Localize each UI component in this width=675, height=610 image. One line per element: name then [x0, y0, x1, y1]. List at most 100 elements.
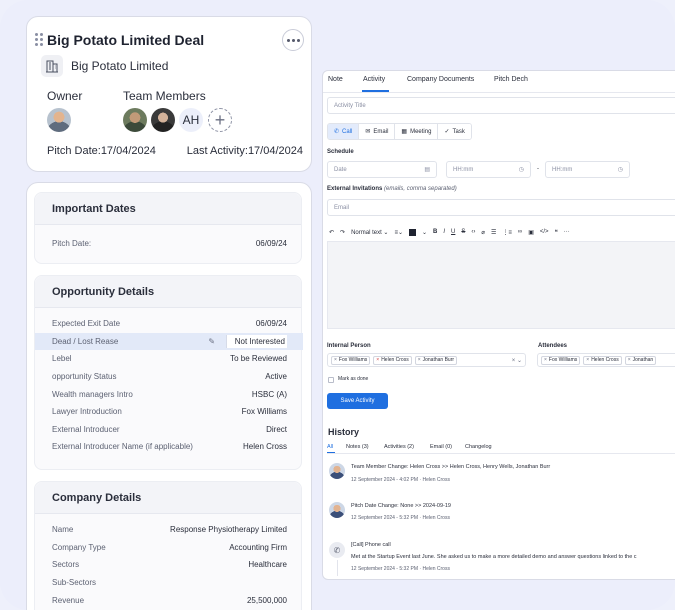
underline-icon[interactable]: U [451, 229, 455, 235]
detail-value: HSBC (A) [251, 390, 287, 399]
history-user: Helen Cross [422, 566, 450, 572]
person-chip: × Fox Williams [331, 355, 371, 365]
link-icon[interactable]: ∞ [518, 229, 522, 235]
undo-icon[interactable]: ↶ [329, 229, 334, 236]
history-user: Helen Cross [422, 477, 450, 483]
detail-key: External Introducer Name (if applicable) [52, 442, 193, 451]
detail-value: 25,500,000 [246, 596, 287, 605]
remove-chip-icon[interactable]: × [544, 357, 547, 363]
section-title: Opportunity Details [35, 276, 301, 308]
team-member-initials-avatar[interactable]: AH [179, 108, 203, 132]
team-member-avatar[interactable] [123, 108, 147, 132]
chip-label: Fox Williams [338, 357, 368, 363]
remove-chip-icon[interactable]: × [418, 357, 421, 363]
detail-value: 06/09/24 [255, 239, 287, 248]
tab-company-documents[interactable]: Company Documents [407, 76, 474, 83]
drag-handle-icon[interactable] [35, 33, 45, 47]
start-time-input[interactable]: HH:mm ◷ [446, 161, 531, 178]
end-time-input[interactable]: HH:mm ◷ [545, 161, 630, 178]
email-input[interactable]: Email [327, 199, 675, 216]
external-invitations-label: External Invitations (emails, comma sepa… [327, 186, 457, 192]
more-options-button[interactable] [282, 29, 304, 51]
mail-icon: ✉ [365, 129, 371, 135]
tab-note[interactable]: Note [328, 76, 343, 83]
history-tab-activities[interactable]: Activities (2) [384, 444, 414, 450]
chip-label: Jonathan Burr [422, 357, 455, 363]
detail-row-editing[interactable]: Dead / Lost Rease ✎ Not Interested [35, 333, 303, 350]
remove-chip-icon[interactable]: × [376, 357, 379, 363]
history-tab-email[interactable]: Email (0) [430, 444, 452, 450]
date-input[interactable]: Date ▤ [327, 161, 437, 178]
last-activity-label: Last Activity: [186, 145, 248, 157]
detail-row: Name Response Physiotherapy Limited [35, 521, 303, 538]
important-dates-section: Important Dates Pitch Date: 06/09/24 [34, 192, 302, 264]
building-icon [41, 55, 63, 77]
text-color-icon[interactable] [408, 228, 416, 236]
strikethrough-icon[interactable]: S [461, 229, 465, 235]
type-email-button[interactable]: ✉ Email [359, 124, 396, 139]
meeting-icon: ▦ [401, 129, 408, 135]
owner-avatar[interactable] [47, 108, 71, 132]
remove-chip-icon[interactable]: × [628, 357, 631, 363]
section-title: Company Details [35, 482, 301, 514]
chip-label: Helen Cross [591, 357, 619, 363]
history-timeline-line [337, 560, 338, 576]
align-icon[interactable]: ≡⌄ [394, 229, 403, 236]
type-meeting-button[interactable]: ▦ Meeting [395, 124, 439, 139]
history-item-meta: 12 September 2024 - 5:32 PM · Helen Cros… [351, 566, 450, 572]
team-member-avatar[interactable] [151, 108, 175, 132]
redo-icon[interactable]: ↷ [340, 229, 345, 236]
tab-activity[interactable]: Activity [363, 76, 385, 83]
code-icon[interactable]: ‹› [471, 229, 475, 235]
history-tab-all[interactable]: All [327, 444, 333, 450]
detail-key: Lebel [52, 354, 72, 363]
internal-person-select[interactable]: × Fox Williams × Helen Cross × Jonathan Bur… [327, 353, 526, 367]
time-separator: - [537, 166, 539, 172]
mark-done-checkbox[interactable] [328, 377, 334, 383]
clock-icon: ◷ [617, 167, 623, 173]
history-tab-notes[interactable]: Notes (3) [346, 444, 369, 450]
history-tab-changelog[interactable]: Changelog [465, 444, 492, 450]
quote-icon[interactable]: ❝ [555, 229, 558, 236]
clear-format-icon[interactable]: ⌀ [481, 229, 485, 236]
company-name[interactable]: Big Potato Limited [71, 59, 168, 73]
type-call-button[interactable]: ✆ Call [328, 124, 360, 139]
detail-row: Expected Exit Date 06/09/24 [35, 315, 303, 332]
italic-icon[interactable]: I [443, 229, 445, 235]
activity-title-input[interactable]: Activity Title [327, 97, 675, 114]
remove-chip-icon[interactable]: × [334, 357, 337, 363]
detail-key: opportunity Status [52, 372, 117, 381]
schedule-label: Schedule [327, 149, 354, 155]
detail-key: Dead / Lost Rease [52, 337, 119, 346]
rich-text-editor[interactable] [327, 241, 675, 329]
save-activity-button[interactable]: Save Activity [327, 393, 388, 409]
team-members-label: Team Members [123, 89, 206, 103]
history-item-body: Met at the Startup Event last June. She … [351, 554, 637, 560]
history-tabs-divider [327, 453, 675, 454]
pencil-icon[interactable]: ✎ [201, 336, 223, 348]
last-activity-value: 17/04/2024 [247, 145, 303, 157]
tab-pitch-deck[interactable]: Pitch Dech [494, 76, 528, 83]
type-task-button[interactable]: ✓ Task [438, 124, 471, 139]
chip-label: Jonathan [632, 357, 654, 363]
bullet-list-icon[interactable]: ☰ [491, 229, 496, 236]
bold-icon[interactable]: B [433, 229, 437, 235]
remove-chip-icon[interactable]: × [586, 357, 589, 363]
detail-key: Expected Exit Date [52, 319, 121, 328]
text-style-select[interactable]: Normal text ⌄ [351, 229, 388, 236]
chip-label: Fox Williams [548, 357, 578, 363]
detail-row: Company Type Accounting Firm [35, 539, 303, 556]
numbered-list-icon[interactable]: ⋮≡ [502, 229, 512, 236]
detail-value: Response Physiotherapy Limited [170, 525, 287, 534]
clear-icon[interactable]: × ⌄ [512, 357, 522, 364]
dead-reason-value: Not Interested [234, 337, 285, 346]
code-block-icon[interactable]: </> [540, 229, 549, 235]
more-icon[interactable]: ··· [564, 229, 570, 235]
detail-key: Revenue [52, 596, 85, 605]
history-date: 12 September 2024 - 5:32 PM [351, 515, 418, 521]
image-icon[interactable]: ▣ [528, 229, 534, 236]
add-team-member-button[interactable]: + [208, 108, 232, 132]
details-panel: Important Dates Pitch Date: 06/09/24 Oppo… [26, 182, 312, 610]
attendees-select[interactable]: × Fox Williams × Helen Cross × Jonathan [537, 353, 675, 367]
dead-reason-select[interactable]: Not Interested [225, 335, 287, 348]
